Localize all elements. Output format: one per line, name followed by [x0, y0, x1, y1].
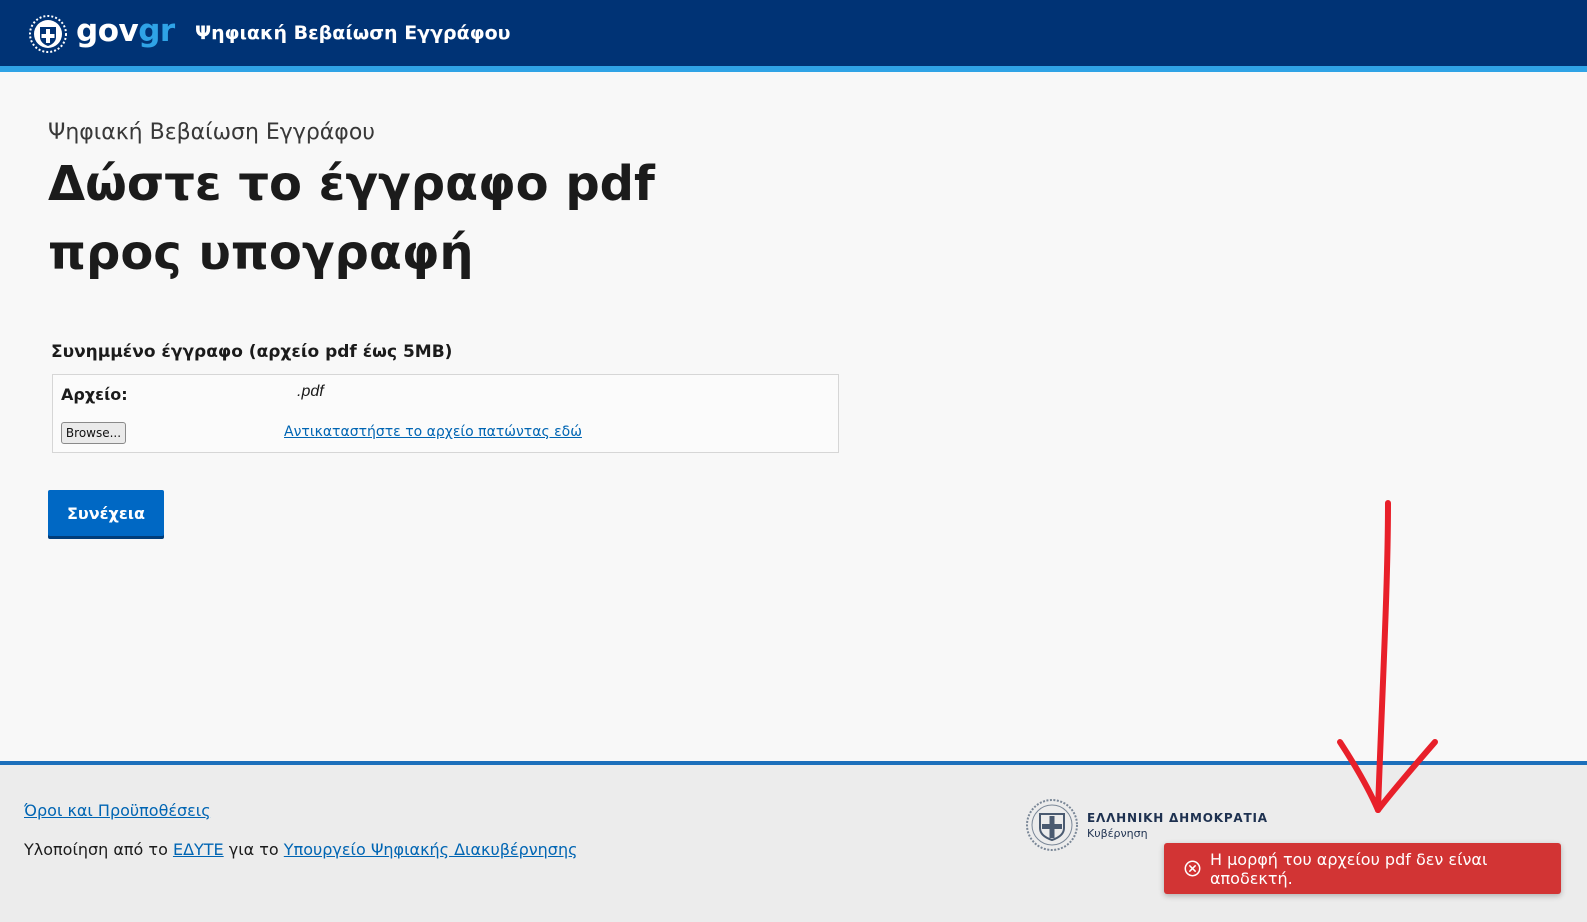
replace-file-link[interactable]: Αντικαταστήστε το αρχείο πατώντας εδώ [284, 424, 582, 440]
terms-link[interactable]: Όροι και Προϋποθέσεις [24, 801, 211, 820]
implementation-line: Υλοποίηση από το ΕΔΥΤΕ για το Υπουργείο … [24, 840, 577, 859]
brand-name: ΕΛΛΗΝΙΚΗ ΔΗΜΟΚΡΑΤΙΑ [1087, 810, 1268, 825]
header-title: Ψηφιακή Βεβαίωση Εγγράφου [195, 22, 511, 44]
file-key-label: Αρχείο: [61, 385, 128, 404]
close-circle-icon [1184, 860, 1201, 877]
page-caption: Ψηφιακή Βεβαίωση Εγγράφου [48, 120, 376, 145]
error-toast[interactable]: Η μορφή του αρχείου pdf δεν είναι αποδεκ… [1164, 843, 1561, 894]
file-upload-box: Αρχείο: .pdf Browse... Αντικαταστήστε το… [52, 374, 839, 453]
ministry-link[interactable]: Υπουργείο Ψηφιακής Διακυβέρνησης [284, 840, 578, 859]
impl-middle-text: για το [228, 840, 279, 859]
file-name-value: .pdf [297, 383, 324, 400]
file-field-label: Συνημμένο έγγραφο (αρχείο pdf έως 5MB) [51, 342, 453, 362]
site-footer: Όροι και Προϋποθέσεις Υλοποίηση από το Ε… [0, 761, 1587, 922]
browse-button[interactable]: Browse... [61, 422, 126, 444]
brand-subtitle: Κυβέρνηση [1087, 826, 1148, 840]
edyte-link[interactable]: ΕΔΥΤΕ [173, 840, 224, 859]
site-header: govgr Ψηφιακή Βεβαίωση Εγγράφου [0, 0, 1587, 72]
logo-wordmark: govgr [76, 12, 175, 49]
greek-emblem-icon [29, 15, 67, 53]
continue-button[interactable]: Συνέχεια [48, 490, 164, 536]
greek-emblem-icon [1026, 799, 1078, 851]
govgr-logo[interactable]: govgr [28, 14, 175, 54]
impl-prefix-text: Υλοποίηση από το [24, 840, 168, 859]
toast-message: Η μορφή του αρχείου pdf δεν είναι αποδεκ… [1210, 849, 1488, 888]
page-title: Δώστε το έγγραφο pdf προς υπογραφή [48, 156, 655, 281]
